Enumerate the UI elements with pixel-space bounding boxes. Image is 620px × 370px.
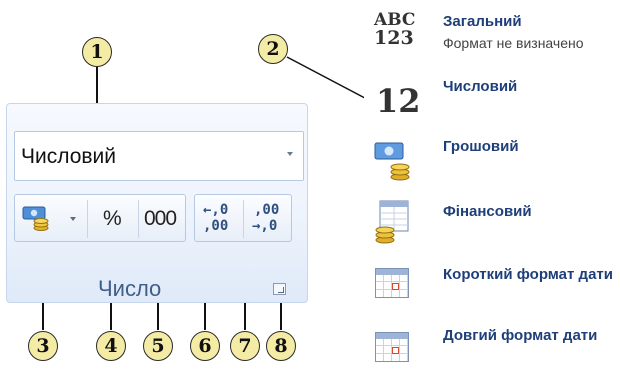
comma-style-button[interactable]: 000 bbox=[139, 195, 187, 241]
accounting-icon bbox=[375, 200, 409, 244]
123-glyph: 123 bbox=[374, 27, 414, 49]
date-marker bbox=[392, 283, 399, 290]
increase-decimal-bottom: ,00 bbox=[203, 218, 229, 234]
percent-label: % bbox=[103, 207, 122, 230]
thousands-label: 000 bbox=[144, 207, 177, 230]
abc-123-icon: ABC 123 bbox=[374, 12, 415, 49]
callout-4: 4 bbox=[96, 331, 126, 361]
group-label: Число bbox=[98, 276, 162, 301]
increase-decimal-top: ←,0 bbox=[203, 202, 229, 218]
number-format-buttons: % 000 bbox=[14, 194, 186, 242]
number-format-list bbox=[364, 0, 620, 370]
number-format-value: Числовий bbox=[21, 145, 117, 168]
date-marker bbox=[392, 347, 399, 354]
dialog-launcher-icon[interactable] bbox=[273, 283, 286, 295]
calendar-icon bbox=[375, 332, 409, 362]
accounting-format-button[interactable] bbox=[15, 195, 87, 241]
callout-1: 1 bbox=[82, 37, 112, 67]
chevron-down-icon[interactable] bbox=[287, 152, 293, 156]
callout-3: 3 bbox=[28, 331, 58, 361]
format-item-title: Грошовий bbox=[443, 138, 519, 155]
format-item-title: Фінансовий bbox=[443, 203, 532, 220]
decrease-decimal-button[interactable]: ,00 →,0 bbox=[244, 195, 292, 241]
calendar-icon bbox=[375, 268, 409, 298]
currency-icon bbox=[374, 142, 410, 181]
format-item-title: Довгий формат дати bbox=[443, 327, 598, 344]
percent-style-button[interactable]: % bbox=[88, 195, 138, 241]
decrease-decimal-bottom: →,0 bbox=[252, 218, 278, 234]
decrease-decimal-top: ,00 bbox=[254, 202, 280, 218]
format-item-subtitle: Формат не визначено bbox=[443, 35, 584, 51]
increase-decimal-button[interactable]: ←,0 ,00 bbox=[195, 195, 243, 241]
format-item-title: Короткий формат дати bbox=[443, 266, 613, 283]
callout-7: 7 bbox=[230, 331, 260, 361]
format-item-title: Загальний bbox=[443, 13, 522, 30]
decimal-buttons: ←,0 ,00 ,00 →,0 bbox=[194, 194, 292, 242]
callout-6: 6 bbox=[190, 331, 220, 361]
callout-2: 2 bbox=[258, 34, 288, 64]
currency-icon bbox=[22, 206, 49, 231]
number-12-icon: 12 bbox=[376, 82, 421, 120]
callout-8: 8 bbox=[266, 331, 296, 361]
chevron-down-icon[interactable] bbox=[70, 217, 76, 221]
number-format-dropdown[interactable]: Числовий bbox=[14, 131, 304, 181]
format-item-title: Числовий bbox=[443, 78, 518, 95]
callout-5: 5 bbox=[143, 331, 173, 361]
